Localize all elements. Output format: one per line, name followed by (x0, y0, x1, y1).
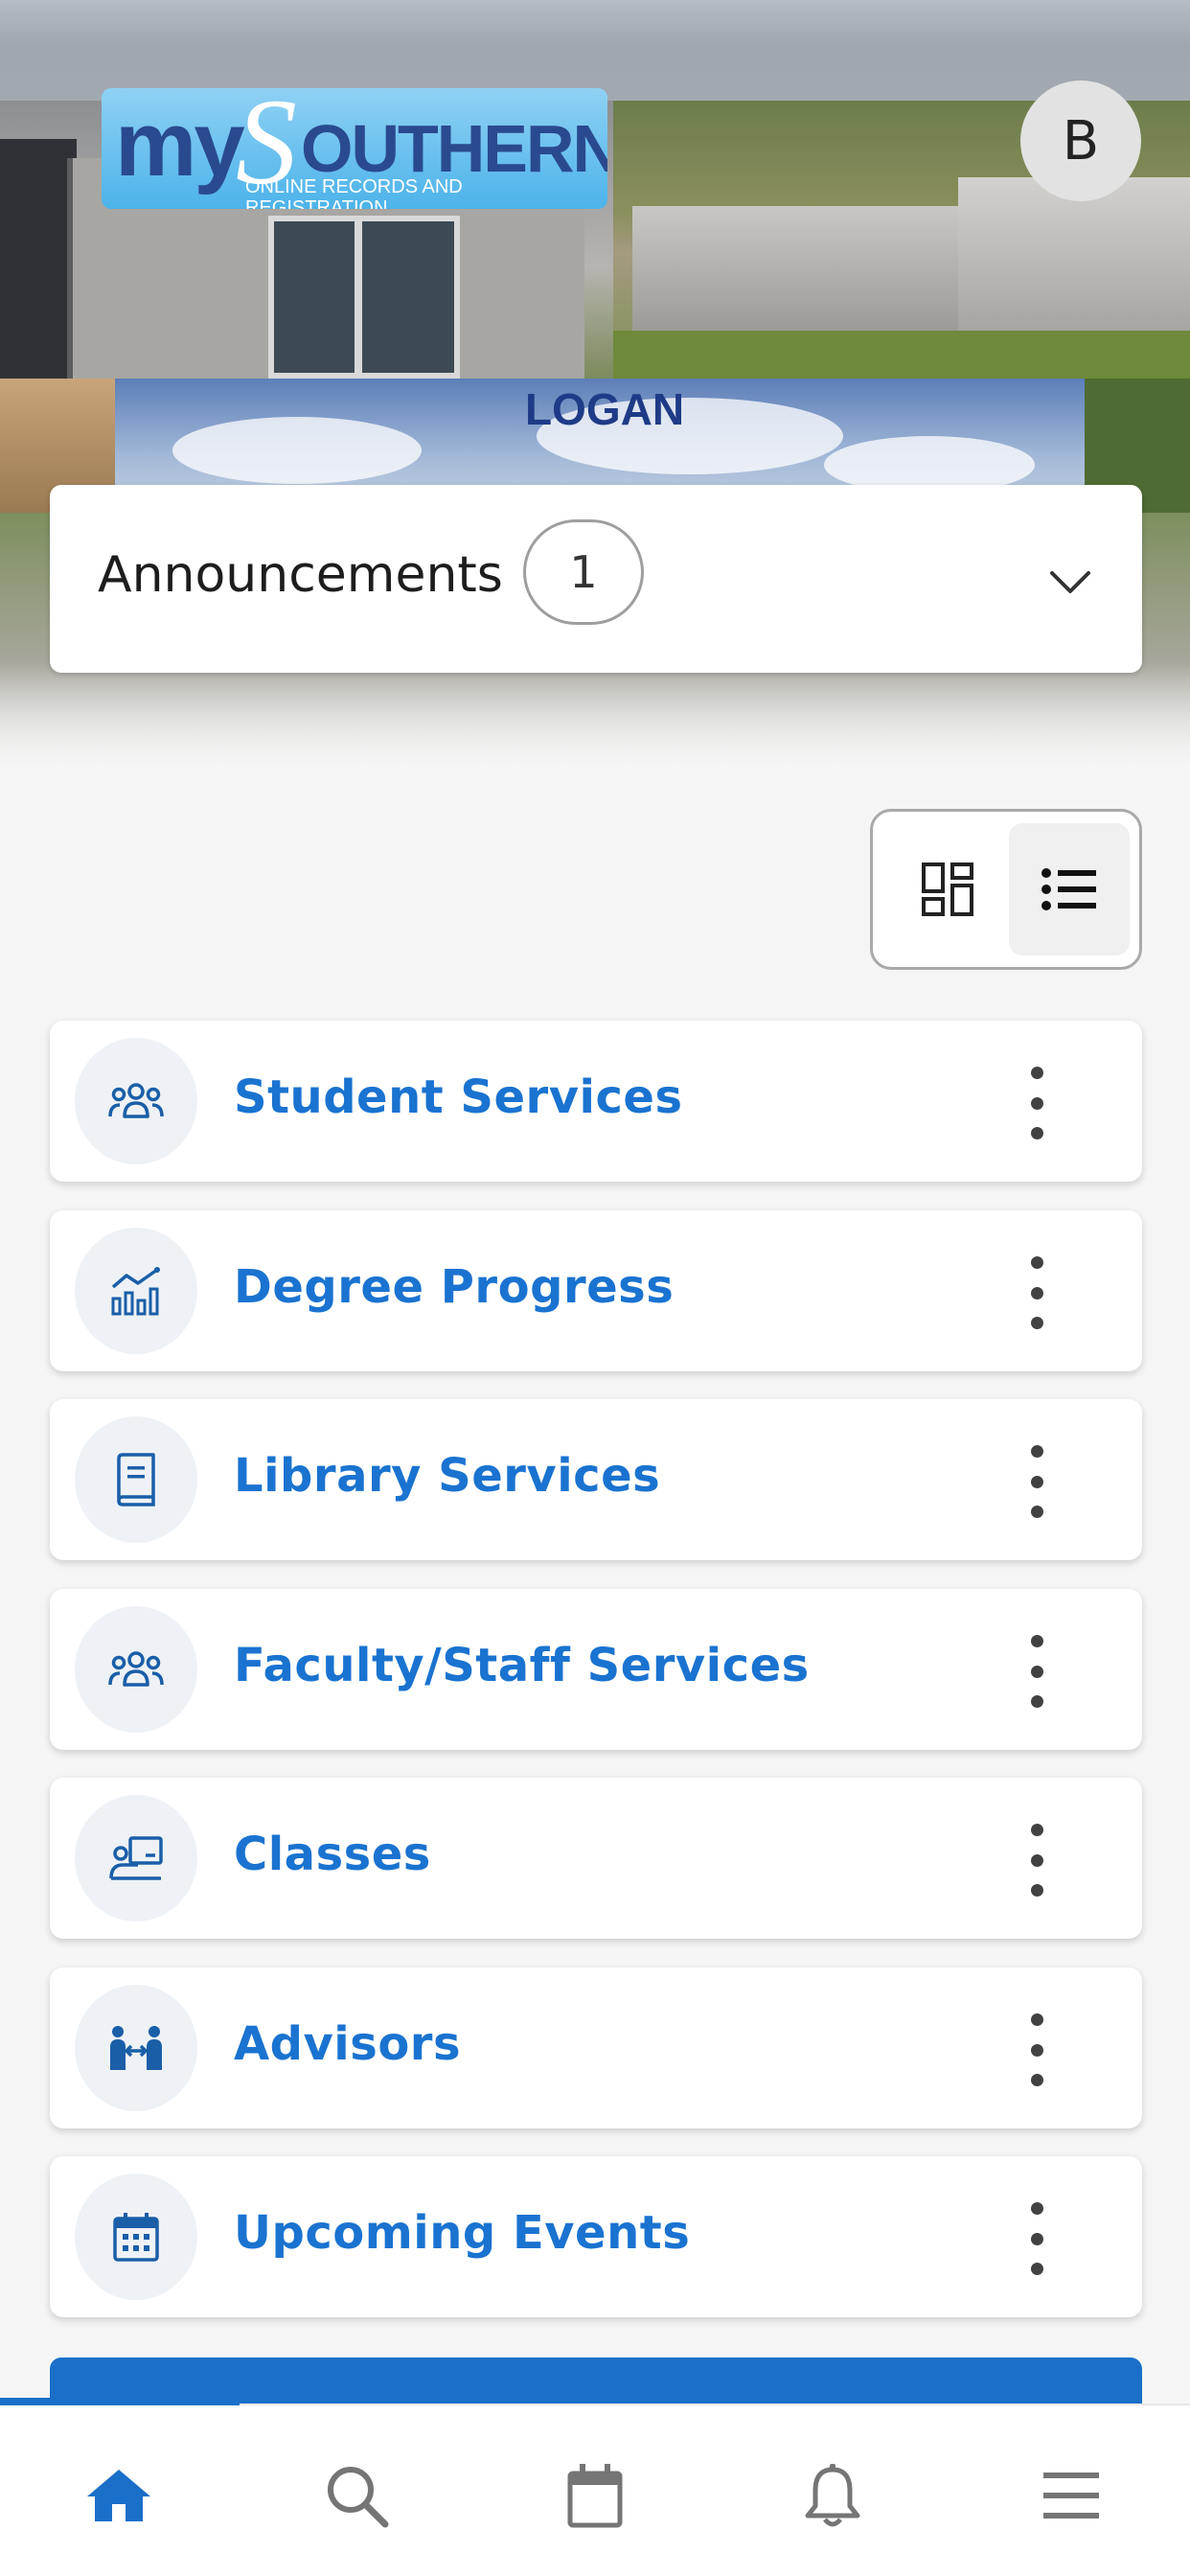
people-group-icon (108, 1083, 164, 1118)
announcements-panel[interactable]: Announcements 1 (50, 485, 1142, 673)
card-view-button[interactable] (888, 823, 1009, 955)
logo-brand-text: OUTHERN (301, 111, 607, 186)
card-title: Classes (234, 1828, 431, 1881)
card-icon-container (75, 2174, 197, 2300)
announcements-label: Announcements (98, 546, 503, 604)
more-options-icon[interactable] (1018, 1824, 1056, 1897)
card-icon-container (75, 1038, 197, 1164)
card-title: Degree Progress (234, 1260, 675, 1314)
card-title: Upcoming Events (234, 2206, 691, 2260)
nav-home[interactable] (80, 2457, 157, 2534)
card-library-services[interactable]: Library Services (50, 1399, 1142, 1560)
card-faculty-staff-services[interactable]: Faculty/Staff Services (50, 1589, 1142, 1750)
card-icon-container (75, 1985, 197, 2111)
nav-calendar[interactable] (557, 2457, 633, 2534)
more-options-icon[interactable] (1018, 1067, 1056, 1139)
card-icon-container (75, 1416, 197, 1543)
card-classes[interactable]: Classes (50, 1778, 1142, 1939)
more-options-icon[interactable] (1018, 2013, 1056, 2086)
bottom-navigation (0, 2398, 1190, 2576)
card-icon-container (75, 1228, 197, 1354)
calendar-icon (113, 2213, 159, 2262)
card-degree-progress[interactable]: Degree Progress (50, 1210, 1142, 1371)
home-icon (87, 2470, 150, 2521)
card-icon-container (75, 1606, 197, 1733)
more-options-icon[interactable] (1018, 1256, 1056, 1329)
more-options-icon[interactable] (1018, 1445, 1056, 1518)
page-load-progress (0, 2398, 240, 2405)
more-options-icon[interactable] (1018, 2202, 1056, 2275)
card-upcoming-events[interactable]: Upcoming Events (50, 2156, 1142, 2317)
mysouthern-logo[interactable]: my S OUTHERN ONLINE RECORDS AND REGISTRA… (102, 88, 607, 209)
list-view-button[interactable] (1009, 823, 1130, 955)
chevron-down-icon[interactable] (1046, 558, 1094, 606)
card-title: Faculty/Staff Services (234, 1639, 810, 1692)
more-options-icon[interactable] (1018, 1635, 1056, 1708)
card-advisors[interactable]: Advisors (50, 1967, 1142, 2128)
menu-icon (1043, 2472, 1099, 2518)
card-title: Advisors (234, 2017, 462, 2071)
view-toggle (870, 809, 1142, 970)
chart-progress-icon (111, 1267, 160, 1316)
logo-my-text: my (115, 93, 245, 196)
card-title: Library Services (234, 1449, 661, 1503)
dashboard-icon (922, 862, 973, 916)
logo-subtitle: ONLINE RECORDS AND REGISTRATION (245, 176, 463, 209)
bell-icon (805, 2464, 860, 2527)
card-title: Student Services (234, 1070, 683, 1124)
user-avatar-button[interactable]: B (1020, 80, 1141, 201)
advisor-icon (110, 2026, 162, 2070)
calendar-icon (567, 2464, 623, 2528)
classroom-icon (109, 1836, 163, 1880)
list-icon (1041, 868, 1096, 910)
nav-menu[interactable] (1033, 2457, 1110, 2534)
announcements-count-badge: 1 (523, 519, 644, 625)
nav-search[interactable] (318, 2457, 395, 2534)
card-icon-container (75, 1795, 197, 1921)
search-icon (328, 2467, 389, 2528)
people-group-icon (108, 1651, 164, 1687)
nav-notifications[interactable] (794, 2457, 871, 2534)
campus-name: LOGAN (524, 384, 685, 434)
book-icon (117, 1453, 155, 1506)
card-student-services[interactable]: Student Services (50, 1021, 1142, 1182)
